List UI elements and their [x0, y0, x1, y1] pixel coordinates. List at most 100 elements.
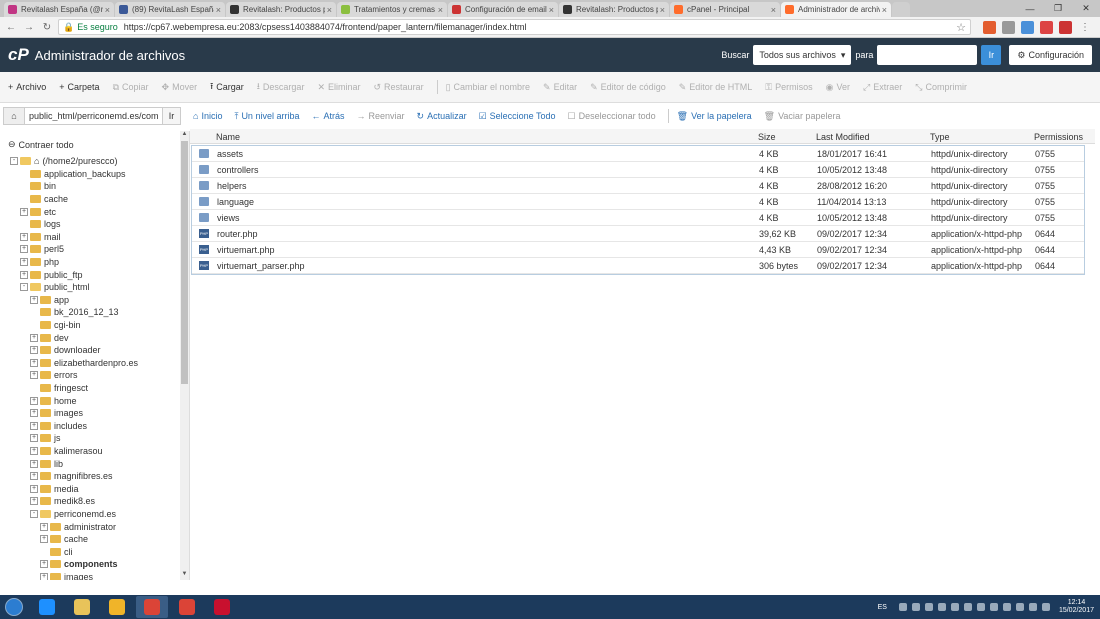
tree-item[interactable]: + elizabethardenpro.es	[0, 357, 180, 370]
search-go-button[interactable]: Ir	[981, 45, 1002, 65]
tray-icon[interactable]	[989, 603, 998, 611]
expand-icon[interactable]: +	[30, 358, 38, 367]
toolbar-button-eliminar[interactable]: ✕ Eliminar	[317, 82, 360, 93]
toolbar-button-carpeta[interactable]: + Carpeta	[59, 82, 99, 92]
sidebar-scrollbar[interactable]: ▲ ▼	[180, 131, 189, 580]
expand-icon[interactable]: +	[20, 258, 28, 267]
extension-icon[interactable]	[1002, 20, 1015, 34]
nav-link-deseleccionar-todo[interactable]: ☐ Deseleccionar todo	[568, 111, 656, 122]
tree-item[interactable]: + perl5	[0, 243, 180, 256]
expand-icon[interactable]: +	[30, 459, 38, 468]
tray-icon[interactable]	[1002, 603, 1011, 611]
browser-tab[interactable]: Revitalash España (@rev×	[4, 2, 114, 17]
minimize-icon[interactable]: —	[1016, 0, 1044, 17]
browser-tab[interactable]: (89) RevitaLash España ×	[115, 2, 225, 17]
tray-icon[interactable]	[1028, 603, 1037, 611]
tab-close-icon[interactable]: ×	[438, 5, 443, 15]
toolbar-button-mover[interactable]: ✥ Mover	[162, 82, 198, 93]
collapse-icon[interactable]: -	[10, 157, 18, 166]
url-input[interactable]: 🔒 Es seguro https://cp67.webempresa.eu:2…	[58, 19, 971, 35]
back-icon[interactable]: ←	[4, 20, 18, 34]
close-window-icon[interactable]: ✕	[1072, 0, 1100, 17]
toolbar-button-archivo[interactable]: + Archivo	[8, 82, 46, 92]
tree-item[interactable]: - ⌂ (/home2/purescco)	[0, 155, 180, 168]
tree-item[interactable]: + components	[0, 558, 180, 571]
tree-item[interactable]: + downloader	[0, 344, 180, 357]
expand-icon[interactable]: +	[30, 484, 38, 493]
collapse-icon[interactable]: -	[30, 509, 38, 518]
taskbar-app[interactable]	[66, 596, 98, 618]
collapse-icon[interactable]: -	[20, 283, 28, 292]
expand-icon[interactable]: +	[30, 346, 38, 355]
browser-tab[interactable]: cPanel - Principal ×	[670, 2, 780, 17]
path-input[interactable]	[25, 107, 163, 125]
taskbar-app[interactable]	[206, 596, 238, 618]
toolbar-button-descargar[interactable]: ⭳ Descargar	[257, 79, 305, 95]
expand-icon[interactable]: +	[30, 371, 38, 380]
expand-icon[interactable]: +	[30, 434, 38, 443]
language-indicator[interactable]: ES	[878, 604, 887, 611]
expand-icon[interactable]: +	[30, 472, 38, 481]
new-tab-button[interactable]	[892, 2, 910, 17]
reload-icon[interactable]: ↻	[40, 20, 54, 34]
expand-icon[interactable]: +	[20, 207, 28, 216]
expand-icon[interactable]: +	[30, 396, 38, 405]
expand-icon[interactable]: +	[30, 409, 38, 418]
tree-item[interactable]: + medik8.es	[0, 495, 180, 508]
cpanel-logo[interactable]: cP	[8, 45, 29, 65]
menu-icon[interactable]: ⋮	[1078, 20, 1092, 34]
toolbar-button-cambiar-el-nombre[interactable]: ▯ Cambiar el nombre	[446, 82, 530, 93]
nav-link-ver-la-papelera[interactable]: 🗑 Ver la papelera	[677, 111, 752, 122]
search-scope-select[interactable]: Todos sus archivos ▾	[753, 45, 852, 65]
maximize-icon[interactable]: ❐	[1044, 0, 1072, 17]
table-row[interactable]: language 4 KB 11/04/2014 13:13 httpd/unix-d…	[192, 194, 1084, 210]
tree-item[interactable]: cli	[0, 545, 180, 558]
extension-icon[interactable]	[1059, 20, 1072, 34]
tab-close-icon[interactable]: ×	[771, 5, 776, 15]
tree-item[interactable]: - public_html	[0, 281, 180, 294]
tree-item[interactable]: + media	[0, 482, 180, 495]
tab-close-icon[interactable]: ×	[882, 5, 887, 15]
expand-icon[interactable]: +	[30, 497, 38, 506]
browser-tab[interactable]: Configuración de email ×	[448, 2, 558, 17]
expand-icon[interactable]: +	[40, 572, 48, 580]
tree-item[interactable]: + images	[0, 407, 180, 420]
extension-icon[interactable]	[1021, 20, 1034, 34]
settings-button[interactable]: ⚙ Configuración	[1009, 45, 1092, 65]
scroll-up-icon[interactable]: ▲	[180, 131, 189, 140]
expand-icon[interactable]: +	[40, 560, 48, 569]
table-row[interactable]: PHP router.php 39,62 KB 09/02/2017 12:34 app…	[192, 226, 1084, 242]
tree-item[interactable]: + public_ftp	[0, 268, 180, 281]
table-row[interactable]: helpers 4 KB 28/08/2012 16:20 httpd/unix-di…	[192, 178, 1084, 194]
tree-item[interactable]: + includes	[0, 419, 180, 432]
tree-item[interactable]: bk_2016_12_13	[0, 306, 180, 319]
tab-close-icon[interactable]: ×	[549, 5, 554, 15]
tray-icon[interactable]	[976, 603, 985, 611]
clock[interactable]: 12:14 15/02/2017	[1059, 599, 1094, 615]
tab-close-icon[interactable]: ×	[216, 5, 221, 15]
column-header-permissions[interactable]: Permissions	[1034, 132, 1083, 142]
forward-icon[interactable]: →	[22, 20, 36, 34]
table-row[interactable]: controllers 4 KB 10/05/2012 13:48 httpd/uni…	[192, 162, 1084, 178]
expand-icon[interactable]: +	[20, 232, 28, 241]
nav-link-un-nivel-arriba[interactable]: ⤒ Un nivel arriba	[234, 111, 299, 122]
path-go-button[interactable]: Ir	[163, 107, 181, 125]
toolbar-button-extraer[interactable]: ⤢ Extraer	[863, 82, 902, 93]
tree-item[interactable]: + php	[0, 256, 180, 269]
tray-icon[interactable]	[898, 603, 907, 611]
taskbar-app[interactable]	[101, 596, 133, 618]
toolbar-button-comprimir[interactable]: ⤡ Comprimir	[915, 82, 967, 93]
tree-item[interactable]: cgi-bin	[0, 319, 180, 332]
start-button[interactable]	[0, 595, 28, 619]
extension-icon[interactable]	[1040, 20, 1053, 34]
table-row[interactable]: views 4 KB 10/05/2012 13:48 httpd/unix-dire…	[192, 210, 1084, 226]
tree-item[interactable]: bin	[0, 180, 180, 193]
toolbar-button-copiar[interactable]: ⧉ Copiar	[113, 82, 149, 93]
toolbar-button-cargar[interactable]: ⭱ Cargar	[210, 79, 244, 95]
toolbar-button-restaurar[interactable]: ↺ Restaurar	[374, 82, 424, 93]
tree-item[interactable]: + home	[0, 394, 180, 407]
tree-item[interactable]: + administrator	[0, 520, 180, 533]
tree-item[interactable]: cache	[0, 193, 180, 206]
tree-item[interactable]: + mail	[0, 231, 180, 244]
toolbar-button-editor-de-html[interactable]: ✎ Editor de HTML	[679, 82, 753, 93]
